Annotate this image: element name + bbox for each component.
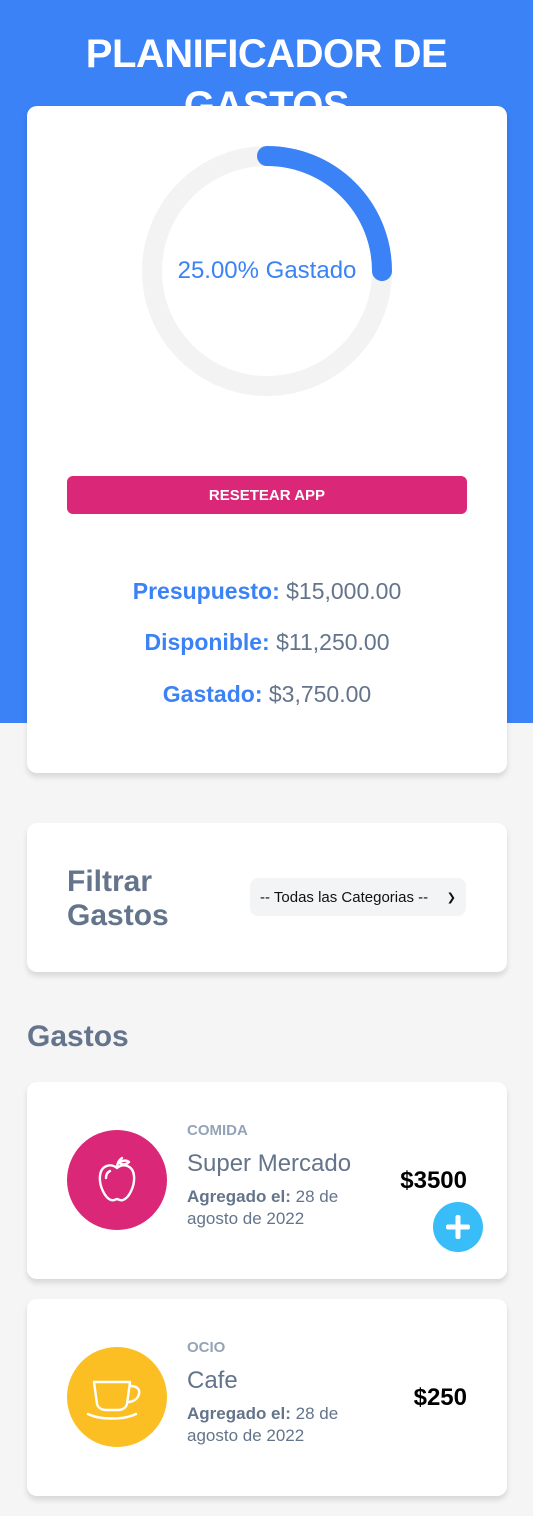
budget-stat: Presupuesto: $15,000.00 (27, 578, 507, 605)
filter-card: Filtrar Gastos -- Todas las Categorias -… (27, 823, 507, 972)
add-expense-button[interactable] (433, 1202, 483, 1252)
expense-amount: $3500 (400, 1167, 467, 1194)
budget-value: $15,000.00 (286, 578, 402, 604)
expense-category: OCIO (187, 1339, 226, 1356)
category-filter-select[interactable]: -- Todas las Categorias -- ❯ (250, 878, 466, 916)
available-label: Disponible: (144, 629, 270, 655)
expense-item[interactable]: OCIO Cafe Agregado el: 28 de agosto de 2… (27, 1299, 507, 1496)
expense-name: Cafe (187, 1367, 238, 1394)
filter-title: Filtrar Gastos (67, 865, 169, 932)
available-value: $11,250.00 (276, 629, 390, 655)
progress-ring: 25.00% Gastado (142, 146, 392, 396)
percent-spent-text: 25.00% Gastado (177, 257, 357, 284)
chevron-down-icon: ❯ (446, 891, 456, 904)
expense-date-label: Agregado el: (187, 1187, 291, 1206)
plus-icon (446, 1215, 470, 1239)
reset-app-button[interactable]: RESETEAR APP (67, 476, 467, 514)
apple-icon (67, 1130, 167, 1230)
expense-item[interactable]: COMIDA Super Mercado Agregado el: 28 de … (27, 1082, 507, 1279)
expense-name: Super Mercado (187, 1150, 352, 1177)
budget-label: Presupuesto: (132, 578, 280, 604)
expense-date-label: Agregado el: (187, 1404, 291, 1423)
coffee-cup-icon (67, 1347, 167, 1447)
available-stat: Disponible: $11,250.00 (27, 629, 507, 656)
spent-label: Gastado: (162, 681, 263, 707)
expense-category: COMIDA (187, 1122, 248, 1139)
expenses-title: Gastos (27, 1020, 129, 1053)
expense-date: Agregado el: 28 de agosto de 2022 (187, 1403, 357, 1447)
budget-card: 25.00% Gastado RESETEAR APP Presupuesto:… (27, 106, 507, 773)
spent-value: $3,750.00 (268, 681, 372, 707)
spent-stat: Gastado: $3,750.00 (27, 681, 507, 708)
expense-date: Agregado el: 28 de agosto de 2022 (187, 1186, 357, 1230)
category-filter-value: -- Todas las Categorias -- (260, 888, 429, 906)
expense-amount: $250 (413, 1384, 467, 1411)
